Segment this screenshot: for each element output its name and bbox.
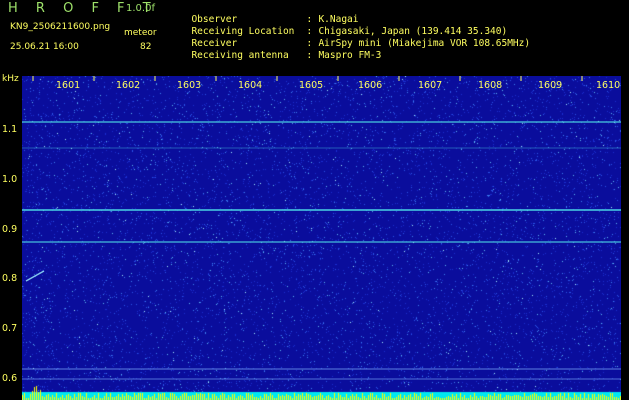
datetime-label: 25.06.21 16:00	[10, 42, 79, 52]
signal-strength-bar	[22, 380, 621, 400]
x-tick-label: 1604	[238, 80, 263, 91]
x-tick-label: 1605	[299, 80, 324, 91]
info-value: Maspro FM-3	[318, 50, 382, 61]
x-tick-label: 1607	[418, 80, 443, 91]
y-tick-label: 0.9	[2, 224, 18, 235]
info-key: Receiving antenna	[191, 50, 289, 61]
x-tick-label: 1608	[478, 80, 503, 91]
y-tick-label: 0.6	[2, 373, 18, 384]
y-axis-unit: kHz	[2, 74, 19, 84]
x-tick-label: 1601	[56, 80, 81, 91]
filename-label: KN9_2506211600.png	[10, 22, 111, 32]
meteor-echo	[25, 270, 45, 282]
y-tick-label: 0.7	[2, 323, 18, 334]
y-tick-label: 0.8	[2, 273, 18, 284]
spectrogram-plot	[22, 76, 621, 400]
meteor-count: 82	[140, 42, 152, 52]
meteor-label: meteor	[124, 28, 157, 38]
info-colon: :	[306, 50, 313, 61]
y-tick-label: 1.0	[2, 174, 18, 185]
y-tick-label: 1.1	[2, 124, 18, 135]
version-label: 1.0.0f	[126, 3, 155, 14]
info-antenna: Receiving antenna: Maspro FM-3	[180, 39, 381, 61]
spectrogram-overlay	[22, 76, 621, 380]
x-tick-label: 1602	[116, 80, 141, 91]
x-tick-label: 1609	[538, 80, 563, 91]
x-tick-label: 1603	[177, 80, 202, 91]
x-tick-label: 1606	[358, 80, 383, 91]
x-tick-label: 1610	[596, 80, 621, 91]
